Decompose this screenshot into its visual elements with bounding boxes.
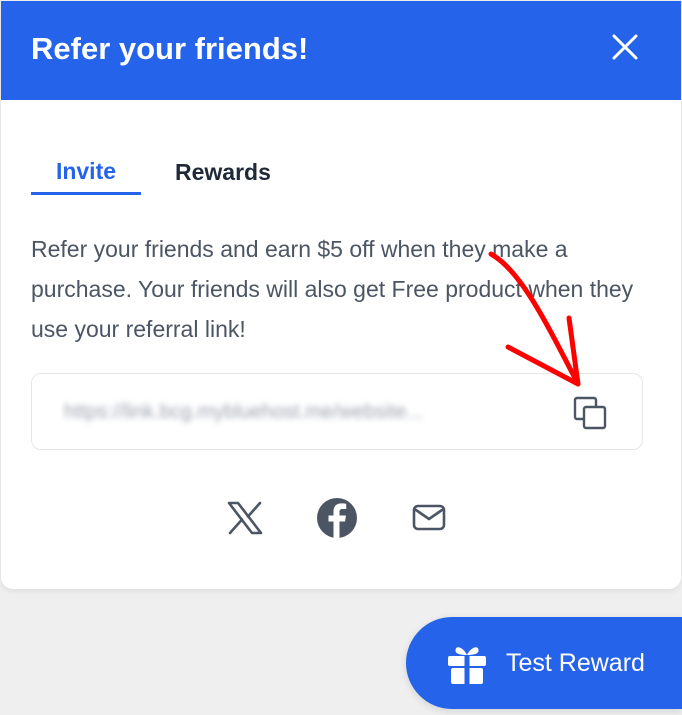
share-x-button[interactable] bbox=[222, 495, 268, 541]
share-email-button[interactable] bbox=[406, 495, 452, 541]
share-buttons bbox=[1, 495, 681, 543]
facebook-icon bbox=[317, 498, 357, 538]
modal-header: Refer your friends! bbox=[1, 1, 681, 100]
copy-link-button[interactable] bbox=[570, 394, 610, 434]
share-facebook-button[interactable] bbox=[314, 495, 360, 541]
mail-icon bbox=[412, 504, 446, 531]
copy-icon bbox=[573, 396, 607, 430]
x-twitter-icon bbox=[227, 501, 263, 535]
close-button[interactable] bbox=[605, 27, 645, 67]
referral-description: Refer your friends and earn $5 off when … bbox=[31, 236, 634, 342]
tab-invite[interactable]: Invite bbox=[31, 149, 141, 195]
test-reward-button[interactable]: Test Reward bbox=[406, 617, 682, 709]
gift-icon bbox=[448, 647, 486, 685]
close-icon bbox=[612, 34, 638, 60]
referral-modal: Refer your friends! Invite Rewards Refer… bbox=[1, 1, 681, 589]
modal-title: Refer your friends! bbox=[31, 31, 309, 66]
referral-link-field[interactable]: https://link.bcg.mybluehost.me/website..… bbox=[31, 373, 643, 450]
test-reward-label: Test Reward bbox=[506, 649, 645, 677]
referral-link-text[interactable]: https://link.bcg.mybluehost.me/website..… bbox=[64, 398, 534, 426]
tab-rewards[interactable]: Rewards bbox=[175, 149, 295, 195]
